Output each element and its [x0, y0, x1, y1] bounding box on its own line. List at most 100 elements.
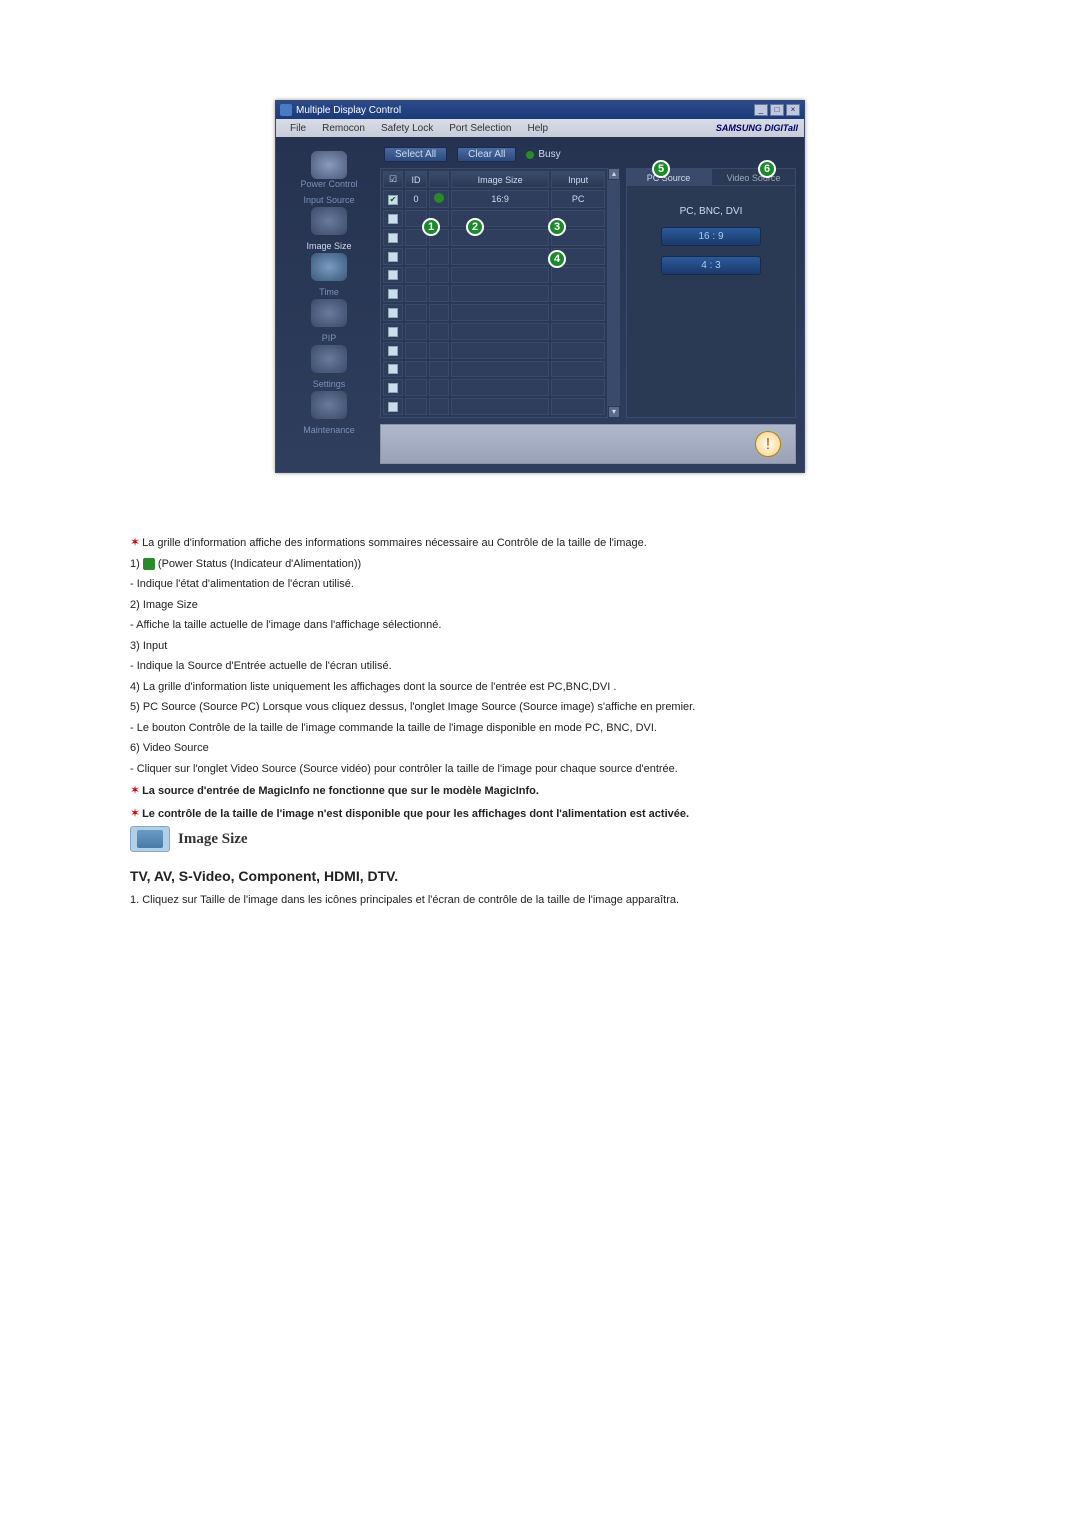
callout-5: 5 [652, 160, 670, 178]
menu-file[interactable]: File [282, 123, 314, 134]
menu-help[interactable]: Help [519, 123, 556, 134]
input-source-icon [311, 207, 347, 235]
row-checkbox[interactable] [388, 252, 398, 262]
list-5-a: 5) PC Source (Source PC) Lorsque vous cl… [130, 699, 950, 716]
section-title: Image Size [178, 828, 248, 851]
busy-label: Busy [538, 149, 560, 160]
col-id: ID [405, 171, 427, 188]
menu-remocon[interactable]: Remocon [314, 123, 373, 134]
sidebar-item-image-size[interactable]: Image Size [284, 239, 374, 283]
row-checkbox[interactable] [388, 270, 398, 280]
table-row[interactable] [383, 304, 605, 321]
sidebar-item-settings[interactable]: Settings [284, 377, 374, 421]
table-row[interactable] [383, 323, 605, 340]
pip-icon [311, 345, 347, 373]
display-grid[interactable]: ☑ ID Image Size Input 0 16:9 PC [380, 168, 608, 418]
table-row[interactable] [383, 342, 605, 359]
callout-2: 2 [466, 218, 484, 236]
toolbar: Select All Clear All Busy [380, 147, 796, 162]
sidebar-item-power-control[interactable]: Power Control [284, 147, 374, 191]
sidebar-label: Image Size [284, 241, 374, 251]
col-check[interactable]: ☑ [383, 171, 403, 188]
star-icon [130, 535, 140, 549]
star-icon [130, 783, 140, 797]
menu-port-selection[interactable]: Port Selection [441, 123, 519, 134]
list-1-b: (Power Status (Indicateur d'Alimentation… [155, 558, 361, 570]
close-button[interactable]: × [786, 104, 800, 116]
table-row[interactable] [383, 248, 605, 265]
table-row[interactable]: 0 16:9 PC [383, 190, 605, 208]
tab-header: PC, BNC, DVI [680, 206, 743, 217]
cell-input: PC [551, 190, 605, 208]
row-checkbox[interactable] [388, 195, 398, 205]
sidebar-item-input-source[interactable]: Input Source [284, 193, 374, 237]
menubar: File Remocon Safety Lock Port Selection … [276, 119, 804, 137]
row-checkbox[interactable] [388, 214, 398, 224]
clear-all-button[interactable]: Clear All [457, 147, 516, 162]
list-6-b: - Cliquer sur l'onglet Video Source (Sou… [130, 761, 950, 778]
table-row[interactable] [383, 267, 605, 284]
busy-indicator: Busy [526, 149, 560, 160]
power-status-icon [143, 558, 155, 570]
statusbar: ! [380, 424, 796, 464]
scroll-track[interactable] [608, 180, 620, 406]
table-row[interactable] [383, 285, 605, 302]
sidebar-label: Power Control [284, 179, 374, 189]
image-size-panel: PC Source Video Source PC, BNC, DVI 16 :… [626, 168, 796, 418]
table-row[interactable] [383, 210, 605, 227]
col-power [429, 171, 449, 188]
minimize-button[interactable]: _ [754, 104, 768, 116]
row-checkbox[interactable] [388, 233, 398, 243]
option-4-3[interactable]: 4 : 3 [661, 256, 761, 275]
power-control-icon [311, 151, 347, 179]
list-4: 4) La grille d'information liste uniquem… [130, 679, 950, 696]
busy-dot-icon [526, 151, 534, 159]
note-2: Le contrôle de la taille de l'image n'es… [142, 808, 689, 820]
table-row[interactable] [383, 379, 605, 396]
row-checkbox[interactable] [388, 364, 398, 374]
time-icon [311, 299, 347, 327]
sidebar-label: Maintenance [284, 425, 374, 435]
sidebar-label: Input Source [284, 195, 374, 205]
table-row[interactable] [383, 398, 605, 415]
titlebar[interactable]: Multiple Display Control _ □ × [276, 101, 804, 119]
star-icon [130, 806, 140, 820]
row-checkbox[interactable] [388, 346, 398, 356]
row-checkbox[interactable] [388, 327, 398, 337]
sidebar-label: Time [284, 287, 374, 297]
list-3-a: 3) Input [130, 638, 950, 655]
sidebar-item-maintenance[interactable]: Maintenance [284, 423, 374, 437]
settings-icon [311, 391, 347, 419]
sidebar-item-time[interactable]: Time [284, 285, 374, 329]
table-row[interactable] [383, 229, 605, 246]
maximize-button[interactable]: □ [770, 104, 784, 116]
row-checkbox[interactable] [388, 402, 398, 412]
option-16-9[interactable]: 16 : 9 [661, 227, 761, 246]
col-input: Input [551, 171, 605, 188]
scrollbar[interactable]: ▴ ▾ [608, 168, 620, 418]
sidebar-item-pip[interactable]: PIP [284, 331, 374, 375]
list-3-b: - Indique la Source d'Entrée actuelle de… [130, 658, 950, 675]
step-1: 1. Cliquez sur Taille de l'image dans le… [130, 892, 950, 909]
section-icon [130, 826, 170, 852]
tab-video-source[interactable]: Video Source [711, 168, 796, 186]
callout-6: 6 [758, 160, 776, 178]
scroll-down-button[interactable]: ▾ [608, 406, 620, 418]
subheading: TV, AV, S-Video, Component, HDMI, DTV. [130, 868, 950, 884]
row-checkbox[interactable] [388, 308, 398, 318]
document-body: La grille d'information affiche des info… [130, 533, 950, 909]
list-1-c: - Indique l'état d'alimentation de l'écr… [130, 576, 950, 593]
callout-4: 4 [548, 250, 566, 268]
select-all-button[interactable]: Select All [384, 147, 447, 162]
row-checkbox[interactable] [388, 289, 398, 299]
sidebar: Power Control Input Source Image Size Ti… [284, 147, 374, 464]
table-row[interactable] [383, 361, 605, 378]
menu-safety-lock[interactable]: Safety Lock [373, 123, 441, 134]
callout-3: 3 [548, 218, 566, 236]
app-icon [280, 104, 292, 116]
row-checkbox[interactable] [388, 383, 398, 393]
scroll-up-button[interactable]: ▴ [608, 168, 620, 180]
power-status-icon [434, 193, 444, 203]
list-1-a: 1) [130, 558, 140, 570]
list-6-a: 6) Video Source [130, 740, 950, 757]
